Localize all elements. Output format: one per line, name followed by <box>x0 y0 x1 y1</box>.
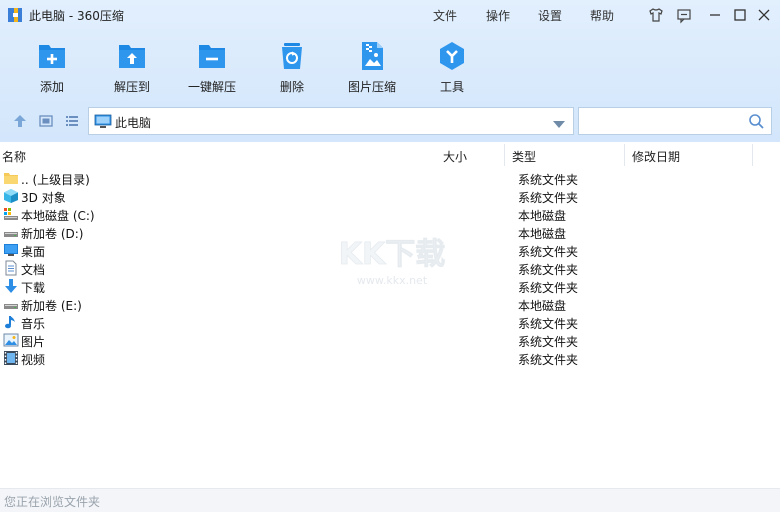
menu-operation[interactable]: 操作 <box>486 7 510 24</box>
search-box[interactable] <box>578 107 772 135</box>
status-bar: 您正在浏览文件夹 <box>0 488 780 512</box>
one-click-extract-icon <box>196 40 228 72</box>
list-item[interactable]: 图片 系统文件夹 <box>0 331 780 349</box>
column-divider[interactable] <box>624 144 625 166</box>
delete-button[interactable]: 删除 <box>256 38 328 96</box>
item-name: .. (上级目录) <box>21 173 90 187</box>
item-type: 系统文件夹 <box>518 245 579 259</box>
list-item[interactable]: 视频 系统文件夹 <box>0 349 780 367</box>
list-header: 名称 大小 类型 修改日期 <box>0 144 780 166</box>
item-type: 本地磁盘 <box>518 209 567 223</box>
one-click-extract-button[interactable]: 一键解压 <box>176 38 248 96</box>
minimize-icon[interactable] <box>706 6 724 24</box>
item-name: 新加卷 (D:) <box>21 227 84 241</box>
item-name: 本地磁盘 (C:) <box>21 209 95 223</box>
extract-to-button[interactable]: 解压到 <box>96 38 168 96</box>
image-compress-button[interactable]: 图片压缩 <box>336 38 408 96</box>
one-click-extract-label: 一键解压 <box>187 80 236 94</box>
close-icon[interactable] <box>755 6 773 24</box>
watermark-brand: KK下载 <box>339 237 446 272</box>
tools-label: 工具 <box>439 80 464 94</box>
add-button[interactable]: 添加 <box>16 38 88 96</box>
column-modified[interactable]: 修改日期 <box>632 148 680 165</box>
thumbnail-view-icon[interactable] <box>38 113 54 129</box>
window-title: 此电脑 - 360压缩 <box>29 9 124 23</box>
column-divider[interactable] <box>752 144 753 166</box>
up-arrow-icon[interactable] <box>12 113 28 129</box>
documents-icon <box>3 260 19 276</box>
item-name: 图片 <box>21 335 46 349</box>
image-compress-icon <box>356 40 388 72</box>
menu-file[interactable]: 文件 <box>433 7 457 24</box>
column-size[interactable]: 大小 <box>443 148 467 165</box>
3d-objects-icon <box>3 188 19 204</box>
search-icon[interactable] <box>748 113 765 130</box>
item-type: 系统文件夹 <box>518 281 579 295</box>
address-bar[interactable]: 此电脑 <box>88 107 574 135</box>
item-type: 系统文件夹 <box>518 263 579 277</box>
title-bar: 此电脑 - 360压缩 文件 操作 设置 帮助 <box>0 0 780 30</box>
drive-icon <box>3 224 19 240</box>
search-input[interactable] <box>583 111 743 131</box>
list-item[interactable]: .. (上级目录) 系统文件夹 <box>0 169 780 187</box>
column-divider[interactable] <box>504 144 505 166</box>
extract-to-label: 解压到 <box>113 80 150 94</box>
watermark-url: www.kkx.net <box>357 274 428 287</box>
maximize-icon[interactable] <box>731 6 749 24</box>
tools-button[interactable]: 工具 <box>416 38 488 96</box>
desktop-icon <box>3 242 19 258</box>
tools-icon <box>436 40 468 72</box>
music-icon <box>3 314 19 330</box>
item-name: 3D 对象 <box>21 191 66 205</box>
list-view-icon[interactable] <box>64 113 80 129</box>
delete-label: 删除 <box>279 80 304 94</box>
item-type: 本地磁盘 <box>518 299 567 313</box>
watermark-logo: KK下载 www.kkx.net <box>338 237 446 287</box>
list-item[interactable]: 本地磁盘 (C:) 本地磁盘 <box>0 205 780 223</box>
item-type: 系统文件夹 <box>518 173 579 187</box>
extract-to-icon <box>116 40 148 72</box>
column-type[interactable]: 类型 <box>512 148 536 165</box>
item-type: 系统文件夹 <box>518 317 579 331</box>
status-text: 您正在浏览文件夹 <box>4 495 101 509</box>
system-drive-icon <box>3 206 19 222</box>
item-name: 新加卷 (E:) <box>21 299 82 313</box>
item-name: 文档 <box>21 263 46 277</box>
list-item[interactable]: 音乐 系统文件夹 <box>0 313 780 331</box>
skin-shirt-icon[interactable] <box>647 6 665 24</box>
address-path: 此电脑 <box>115 116 152 130</box>
item-name: 视频 <box>21 353 46 367</box>
item-type: 系统文件夹 <box>518 335 579 349</box>
item-type: 系统文件夹 <box>518 353 579 367</box>
drive-icon <box>3 296 19 312</box>
column-name[interactable]: 名称 <box>2 148 26 165</box>
add-label: 添加 <box>39 80 64 94</box>
item-name: 下载 <box>21 281 46 295</box>
app-logo-icon <box>7 7 23 23</box>
download-icon <box>3 278 19 294</box>
chevron-down-icon[interactable] <box>553 118 565 128</box>
menu-help[interactable]: 帮助 <box>590 7 614 24</box>
list-item[interactable]: 3D 对象 系统文件夹 <box>0 187 780 205</box>
image-compress-label: 图片压缩 <box>347 80 396 94</box>
item-name: 桌面 <box>21 245 46 259</box>
videos-icon <box>3 350 19 366</box>
add-archive-icon <box>36 40 68 72</box>
feedback-icon[interactable] <box>675 6 693 24</box>
pictures-icon <box>3 332 19 348</box>
folder-up-icon <box>3 170 19 186</box>
list-item[interactable]: 新加卷 (E:) 本地磁盘 <box>0 295 780 313</box>
item-type: 本地磁盘 <box>518 227 567 241</box>
this-pc-icon <box>94 114 112 129</box>
item-name: 音乐 <box>21 317 46 331</box>
menu-settings[interactable]: 设置 <box>538 7 562 24</box>
recycle-bin-icon <box>276 40 308 72</box>
item-type: 系统文件夹 <box>518 191 579 205</box>
